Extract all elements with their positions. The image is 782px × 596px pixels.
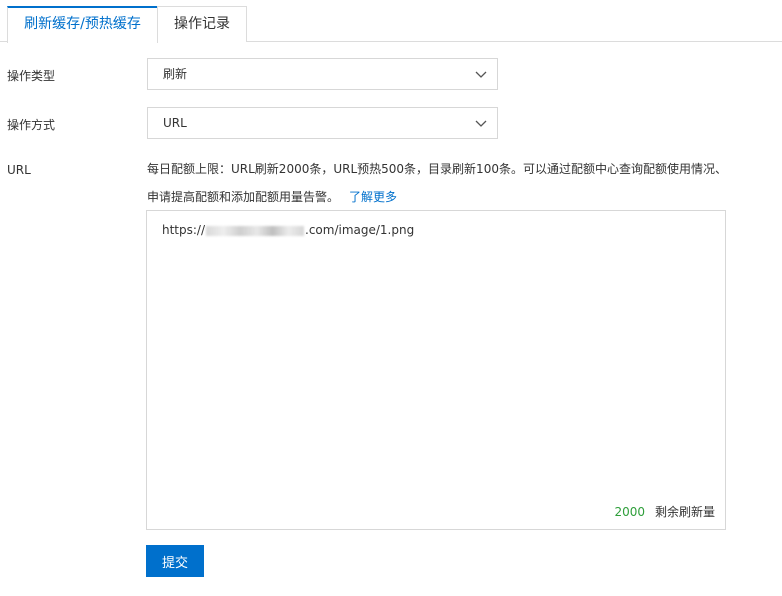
operation-method-label: 操作方式	[7, 118, 56, 132]
remaining-label: 剩余刷新量	[654, 505, 715, 519]
remaining-counter: 2000 剩余刷新量	[614, 503, 715, 520]
url-textarea[interactable]: https:// .com/image/1.png 2000 剩余刷新量	[146, 210, 726, 530]
quota-help-text: 每日配额上限：URL刷新2000条，URL预热500条，目录刷新100条。可以通…	[147, 155, 737, 211]
tab-bar: 刷新缓存/预热缓存 操作记录	[0, 0, 782, 43]
submit-button[interactable]: 提交	[146, 545, 204, 577]
operation-method-select[interactable]: URL	[147, 107, 498, 139]
operation-type-select[interactable]: 刷新	[147, 58, 498, 90]
url-prefix: https://	[162, 223, 206, 237]
chevron-down-icon	[475, 71, 487, 78]
operation-type-label: 操作类型	[7, 69, 56, 83]
tab-operation-records[interactable]: 操作记录	[157, 6, 247, 42]
tab-refresh-preload[interactable]: 刷新缓存/预热缓存	[7, 6, 158, 43]
operation-method-value: URL	[163, 116, 187, 130]
quota-description: 每日配额上限：URL刷新2000条，URL预热500条，目录刷新100条。可以通…	[147, 162, 727, 204]
url-label: URL	[7, 163, 31, 177]
url-input-content: https:// .com/image/1.png	[162, 223, 414, 237]
learn-more-link[interactable]: 了解更多	[349, 190, 397, 204]
chevron-down-icon	[475, 120, 487, 127]
operation-type-value: 刷新	[163, 67, 188, 81]
remaining-count: 2000	[614, 505, 645, 519]
url-suffix: .com/image/1.png	[305, 223, 415, 237]
redacted-domain	[206, 225, 305, 236]
